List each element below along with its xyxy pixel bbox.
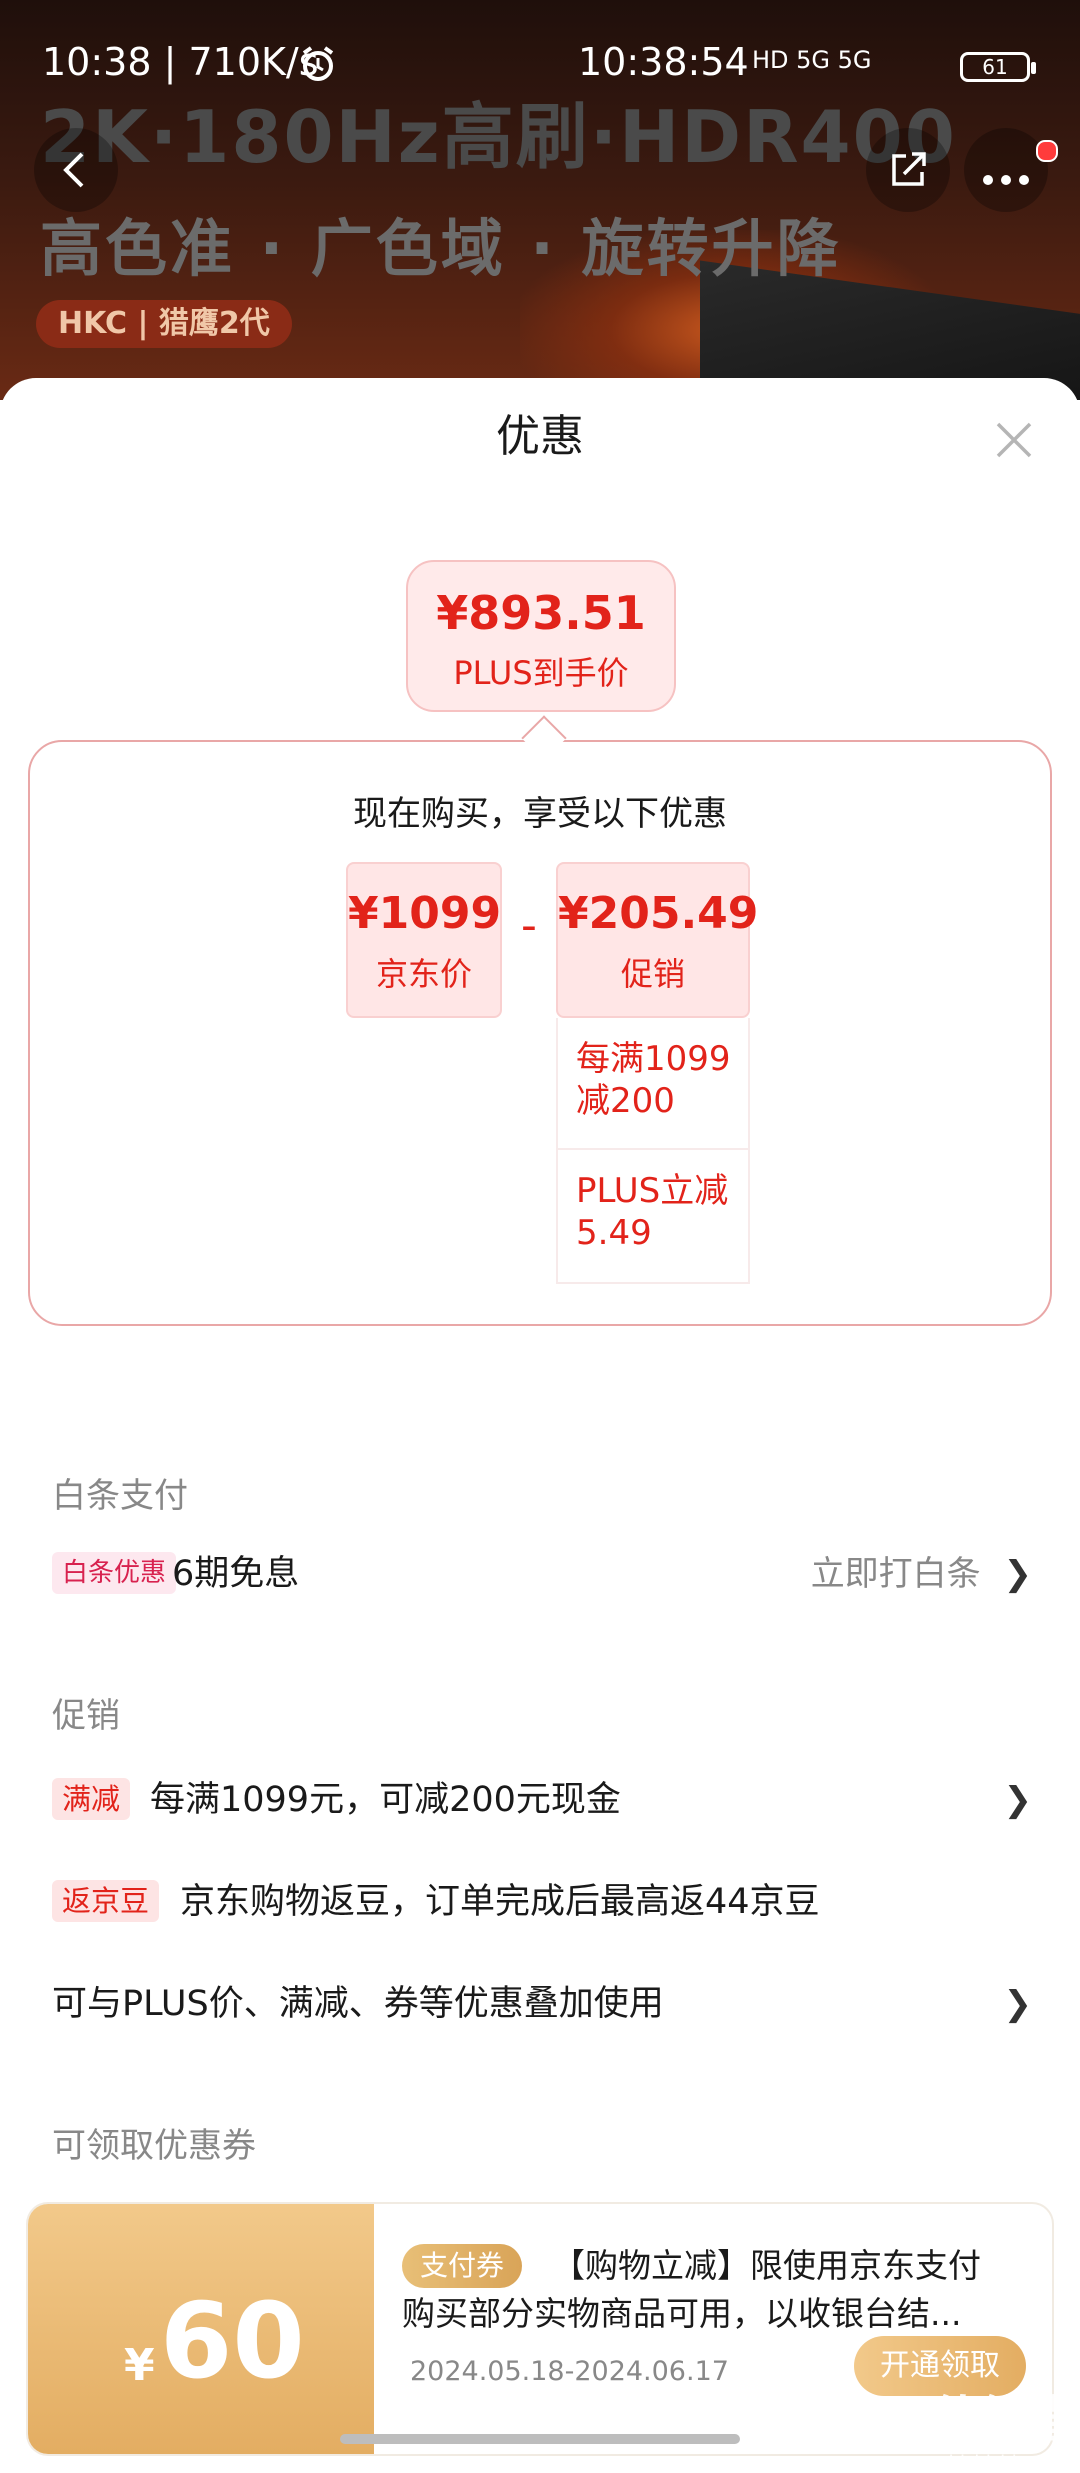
coupon-value-panel: ¥ 60 [28,2204,374,2454]
coupon-card: ¥ 60 【购物立减】限使用京东支付购买部分实物商品可用，以收银台结... 支付… [28,2204,1052,2454]
jd-price-label: 京东价 [375,955,472,993]
watermark-logo: 值 [1023,2391,1073,2449]
promotion-row-jingdou: 返京豆 京东购物返豆，订单完成后最高返44京豆 [52,1874,1032,1934]
promo-item: 每满1099减200 [556,1018,750,1150]
manjian-tag: 满减 [52,1778,131,1820]
brand-badge: HKC | 猎鹰2代 [36,300,292,348]
chevron-right-icon: ❯ [1003,1554,1033,1594]
jd-price-amount: ¥1099 [348,888,502,939]
promo-amount: ¥205.49 [558,888,759,939]
promotion-section-title: 促销 [52,1696,120,1736]
coupon-value: 60 [160,2280,305,2402]
close-icon[interactable] [994,420,1034,460]
more-icon [983,175,1029,185]
watermark-logo: 值 [931,2391,981,2449]
back-button[interactable] [34,128,118,212]
share-icon [892,152,926,186]
minus-sign: - [521,900,537,951]
more-button[interactable] [964,128,1048,212]
watermark-site: zhizhizhi.com [939,2452,1061,2473]
baitiao-text: 6期免息 [172,1554,300,1594]
home-indicator[interactable] [340,2434,740,2444]
signal-icon: HD 5G 5G [752,46,872,74]
breakdown-title: 现在购买，享受以下优惠 [353,794,727,834]
baitiao-action-label: 立即打白条 [810,1554,981,1594]
chevron-right-icon: ❯ [1003,1780,1033,1820]
share-button[interactable] [866,128,950,212]
coupon-section-title: 可领取优惠券 [52,2126,256,2166]
notification-dot [1036,140,1058,162]
chevron-right-icon: ❯ [1003,1984,1033,2024]
site-watermark: 值值值 zhizhizhi.com [930,2380,1073,2473]
promo-label: 促销 [620,955,685,993]
final-price-label: PLUS到手价 [453,654,629,692]
jd-price-box: ¥1099 京东价 [346,862,502,1018]
promotion-row-manjian[interactable]: 满减 每满1099元，可减200元现金 ❯ [52,1772,1032,1832]
promo-item: PLUS立减5.49 [556,1150,750,1284]
baitiao-section-title: 白条支付 [52,1476,188,1516]
banner-subheadline: 高色准 · 广色域 · 旋转升降 [40,212,842,285]
stacking-note-row[interactable]: 可与PLUS价、满减、券等优惠叠加使用 ❯ [52,1976,1032,2036]
coupon-currency: ¥ [124,2340,155,2391]
watermark-logo: 值 [977,2391,1027,2449]
back-arrow-icon [63,152,84,188]
plus-final-price: ¥893.51 PLUS到手价 [406,560,676,712]
coupon-date-range: 2024.05.18-2024.06.17 [410,2356,729,2387]
stacking-note: 可与PLUS价、满减、券等优惠叠加使用 [52,1984,664,2024]
baitiao-action[interactable]: 立即打白条 ❯ [811,1546,1032,1602]
status-clock: 10:38:54 [578,40,749,84]
banner-headline: 2K·180Hz高刷·HDR400 [40,95,957,179]
sheet-title: 优惠 [496,411,584,462]
promo-box: ¥205.49 促销 [556,862,759,1018]
jingdou-text: 京东购物返豆，订单完成后最高返44京豆 [180,1882,820,1922]
battery-icon: 61 [960,52,1036,82]
jingdou-tag: 返京豆 [52,1880,160,1922]
final-price-amount: ¥893.51 [436,586,646,640]
alarm-icon [298,44,338,93]
status-bar: 10:38 | 710K/s 10:38:54 HD 5G 5G 61 [0,40,1080,90]
manjian-text: 每满1099元，可减200元现金 [150,1780,621,1820]
baitiao-row[interactable]: 白条优惠 6期免息 立即打白条 ❯ [52,1546,1032,1606]
baitiao-tag: 白条优惠 [52,1552,177,1594]
coupon-tag: 支付券 [402,2244,523,2288]
status-time-speed: 10:38 | 710K/s [42,40,319,84]
